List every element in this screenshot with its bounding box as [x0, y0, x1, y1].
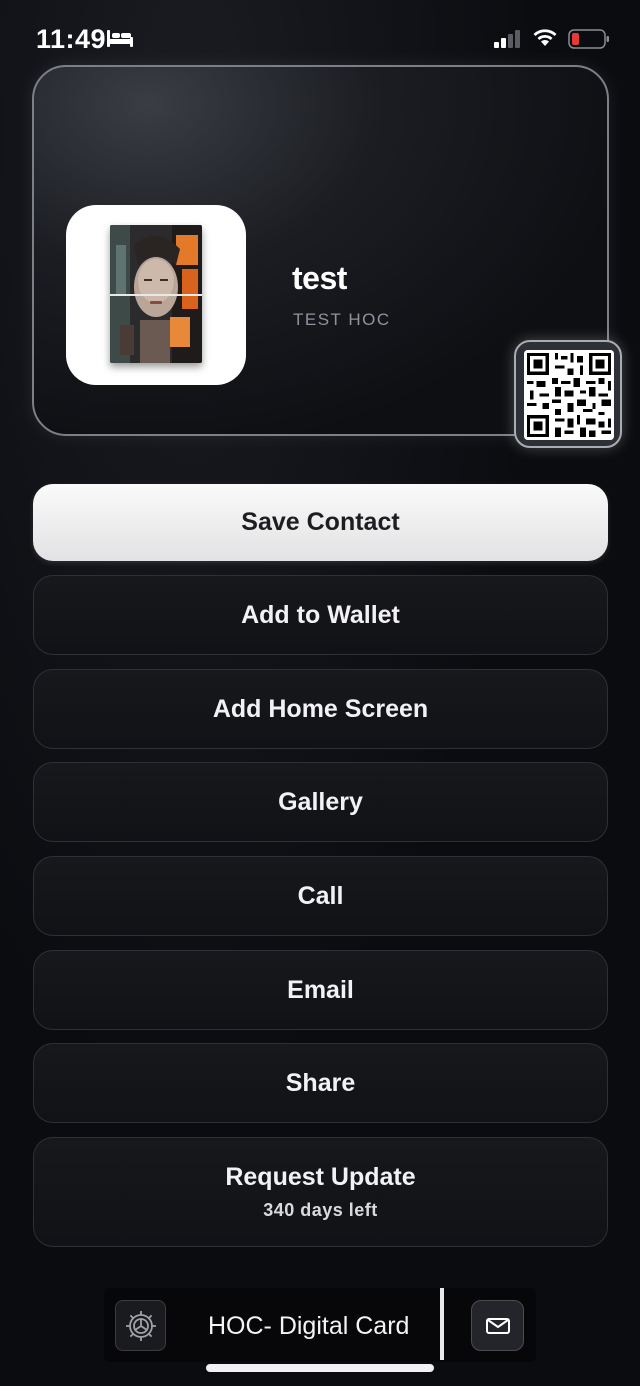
- qr-code-button[interactable]: [514, 340, 622, 448]
- mail-icon: [485, 1317, 510, 1334]
- contact-name: test: [292, 260, 347, 296]
- save-contact-button[interactable]: Save Contact: [33, 484, 608, 561]
- call-button[interactable]: Call: [33, 856, 608, 936]
- email-button[interactable]: Email: [33, 950, 608, 1030]
- status-time: 11:49: [36, 24, 107, 54]
- cellular-signal-icon: [494, 30, 520, 48]
- gallery-button[interactable]: Gallery: [33, 762, 608, 842]
- battery-low-icon: [568, 29, 609, 49]
- contact-company: TEST HOC: [293, 310, 391, 329]
- gallery-label: Gallery: [278, 787, 363, 816]
- bottom-app-bar: HOC- Digital Card: [104, 1288, 536, 1362]
- add-to-wallet-button[interactable]: Add to Wallet: [33, 575, 608, 655]
- settings-button[interactable]: [115, 1300, 166, 1351]
- days-left-text: 340 days left: [263, 1200, 378, 1220]
- share-label: Share: [285, 1068, 356, 1097]
- add-home-screen-button[interactable]: Add Home Screen: [33, 669, 608, 749]
- wifi-icon: [533, 29, 557, 46]
- request-update-button[interactable]: Request Update 340 days left: [33, 1137, 608, 1247]
- email-label: Email: [287, 975, 354, 1004]
- app-title: HOC- Digital Card: [208, 1312, 410, 1340]
- save-contact-label: Save Contact: [241, 508, 400, 536]
- request-update-label: Request Update: [225, 1163, 416, 1191]
- avatar-artwork-image: [110, 225, 202, 363]
- sleep-bed-icon: [107, 30, 133, 47]
- home-indicator[interactable]: [206, 1364, 434, 1372]
- add-home-screen-label: Add Home Screen: [212, 694, 429, 723]
- mail-button[interactable]: [471, 1300, 524, 1351]
- qr-code-icon: [524, 350, 614, 440]
- call-label: Call: [297, 881, 344, 910]
- share-button[interactable]: Share: [33, 1043, 608, 1123]
- profile-avatar: [66, 205, 246, 385]
- settings-gear-icon: [125, 1310, 156, 1341]
- bar-divider: [440, 1288, 444, 1360]
- add-to-wallet-label: Add to Wallet: [241, 600, 400, 629]
